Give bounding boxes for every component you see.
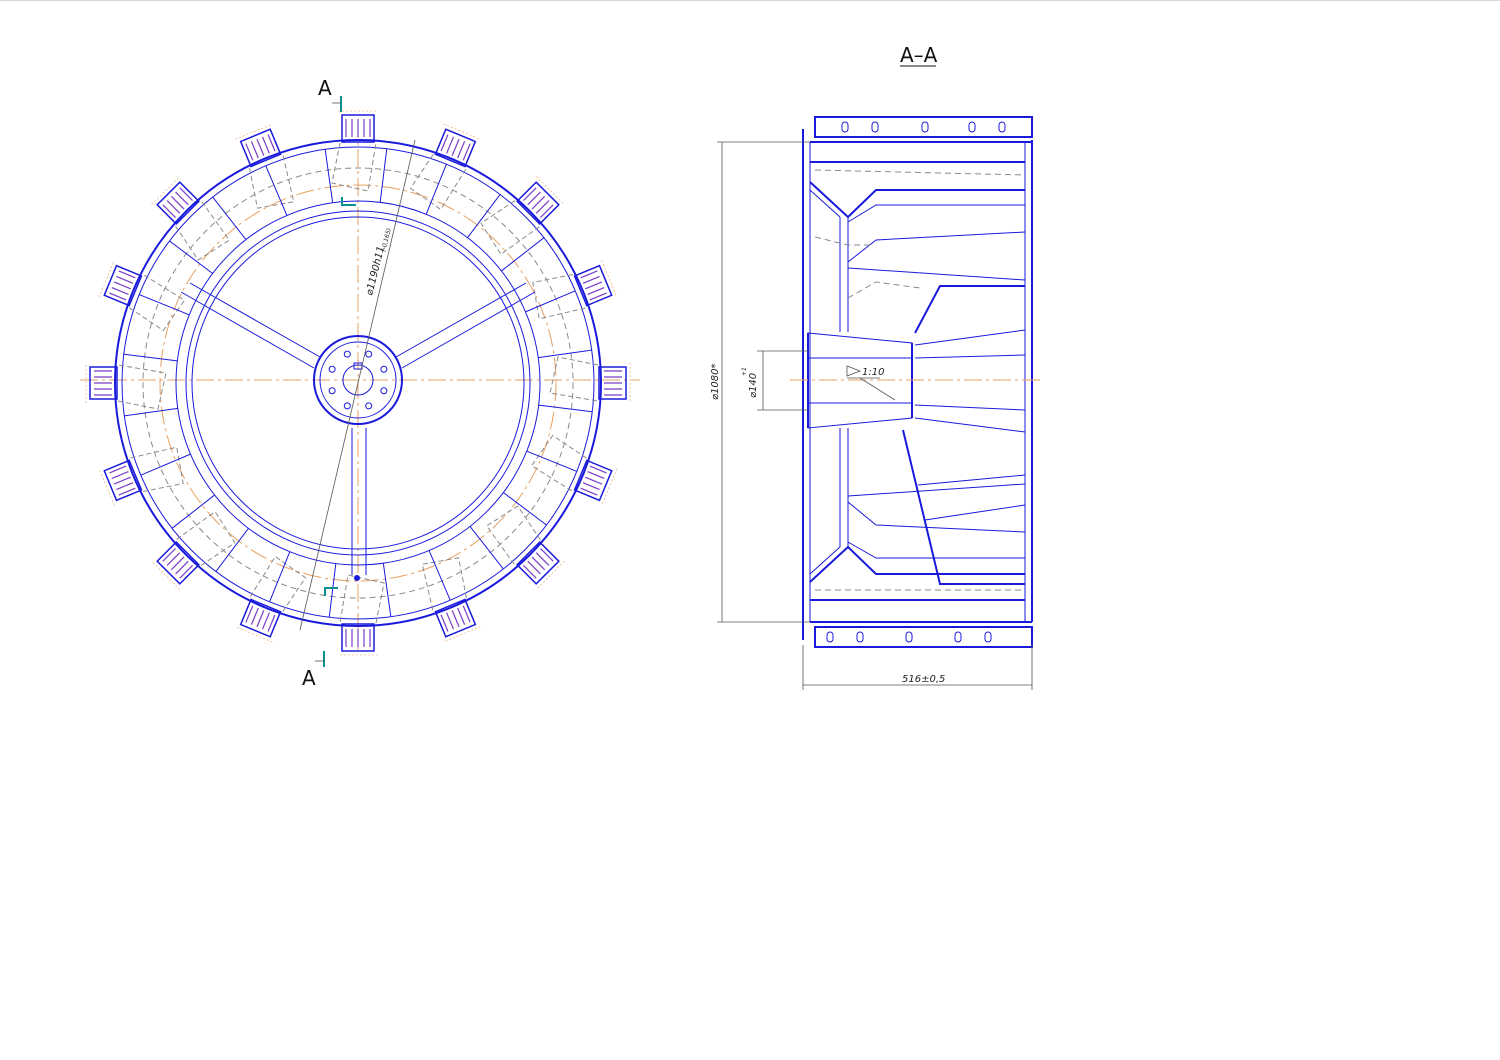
grip-lug bbox=[85, 363, 167, 410]
lug-bolt bbox=[111, 286, 129, 295]
ring-rib bbox=[140, 453, 191, 476]
ring-rib bbox=[265, 165, 288, 216]
lug-bolt bbox=[111, 471, 129, 480]
marker-dot bbox=[354, 575, 360, 581]
lug-bolt bbox=[250, 607, 259, 625]
lug-bolt bbox=[582, 482, 600, 491]
lug-bolt bbox=[256, 138, 265, 156]
slot bbox=[998, 121, 1006, 133]
slot bbox=[826, 631, 834, 643]
bolt-hole bbox=[328, 365, 336, 373]
slot bbox=[954, 631, 962, 643]
grip-lug bbox=[338, 574, 385, 656]
ring-rib bbox=[525, 290, 576, 313]
grip-lug bbox=[331, 110, 378, 192]
lug-band-bottom bbox=[814, 626, 1033, 648]
ring-rib bbox=[538, 404, 593, 413]
ring-rib bbox=[171, 494, 215, 529]
taper-label: 1:10 bbox=[862, 367, 884, 378]
band-slots bbox=[826, 121, 1006, 643]
lug-bolt bbox=[116, 482, 134, 491]
lug-bolt bbox=[113, 476, 131, 485]
dim-width: 516±0,5 bbox=[902, 674, 945, 685]
lug-bolt bbox=[585, 281, 603, 290]
lug-hidden bbox=[485, 505, 541, 566]
lug-hatch bbox=[98, 468, 115, 506]
bolt-hole bbox=[343, 402, 351, 410]
lug-bolt bbox=[585, 476, 603, 485]
lug-bolt bbox=[457, 607, 466, 625]
lug-bolt bbox=[116, 275, 134, 284]
ring-rib bbox=[324, 149, 334, 203]
lug-bolt bbox=[582, 275, 600, 284]
lug-bolt bbox=[256, 610, 265, 628]
bolt-hole bbox=[365, 350, 373, 358]
lug-hatch bbox=[601, 468, 618, 506]
dim-bore-tol: +1 bbox=[741, 367, 748, 376]
front-view: ⌀1190h11 (-0,165) A A bbox=[80, 76, 640, 690]
slot bbox=[921, 121, 929, 133]
ring-rib bbox=[382, 563, 392, 617]
bolt-hole bbox=[343, 350, 351, 358]
lug-bolt bbox=[261, 136, 270, 154]
lug-bolt bbox=[113, 281, 131, 290]
lug-bolt bbox=[587, 471, 605, 480]
ring-rib bbox=[123, 353, 178, 362]
taper-symbol bbox=[846, 365, 862, 377]
bolt-hole bbox=[380, 365, 388, 373]
webs bbox=[809, 181, 1026, 585]
bolt-hole bbox=[365, 402, 373, 410]
lug-hidden bbox=[331, 142, 377, 192]
dim-diameter-outer: ⌀1190h11 bbox=[364, 245, 387, 297]
technical-drawing: ⌀1190h11 (-0,165) A A A–A ⌀140 +1 1:10 ⌀… bbox=[80, 43, 1040, 690]
section-view-a-a: A–A ⌀140 +1 1:10 ⌀1080* 516±0,5 bbox=[710, 43, 1040, 690]
bolt-hole bbox=[380, 387, 388, 395]
ring-rib bbox=[538, 349, 592, 359]
hub-section-lower bbox=[807, 402, 913, 429]
lug-hatch bbox=[601, 260, 618, 298]
ring-rib bbox=[501, 237, 545, 272]
slot bbox=[984, 631, 992, 643]
ring-rib bbox=[469, 526, 504, 570]
slot bbox=[968, 121, 976, 133]
lug-hatch bbox=[235, 626, 273, 643]
lug-hidden bbox=[175, 200, 231, 261]
ring-rib bbox=[215, 528, 249, 572]
lug-bolt bbox=[446, 612, 455, 630]
ring-rib bbox=[212, 196, 247, 240]
lug-bolt bbox=[250, 141, 259, 159]
lug-bolt bbox=[261, 612, 270, 630]
lug-bolt bbox=[451, 138, 460, 156]
slot bbox=[841, 121, 849, 133]
lug-hatch bbox=[443, 626, 481, 643]
section-title: A–A bbox=[900, 43, 938, 67]
ring-rib bbox=[428, 550, 451, 601]
ring-rib bbox=[379, 148, 388, 203]
section-letter-top: A bbox=[318, 76, 332, 100]
hub-section-upper bbox=[807, 332, 913, 359]
slot bbox=[905, 631, 913, 643]
lug-hatch bbox=[443, 123, 481, 140]
ring-rib bbox=[124, 407, 178, 417]
dim-bore: ⌀140 bbox=[748, 373, 759, 398]
lug-bolt bbox=[457, 141, 466, 159]
lug-hidden bbox=[480, 200, 541, 256]
lug-bolt bbox=[451, 610, 460, 628]
lug-hidden bbox=[175, 510, 236, 566]
lug-hidden bbox=[339, 574, 385, 624]
lug-hatch bbox=[235, 123, 273, 140]
slot bbox=[856, 631, 864, 643]
lug-bolt bbox=[587, 286, 605, 295]
lug-bolt bbox=[446, 136, 455, 154]
lug-hidden bbox=[117, 364, 167, 410]
dim-diameter-outer-tol: (-0,165) bbox=[380, 227, 393, 252]
dim-diameter-1080: ⌀1080* bbox=[710, 364, 721, 400]
ring-rib bbox=[328, 563, 337, 618]
bolt-hole bbox=[328, 387, 336, 395]
section-letter-bottom: A bbox=[302, 666, 316, 690]
lug-hidden bbox=[549, 356, 599, 402]
slot bbox=[871, 121, 879, 133]
lug-hatch bbox=[98, 260, 115, 298]
